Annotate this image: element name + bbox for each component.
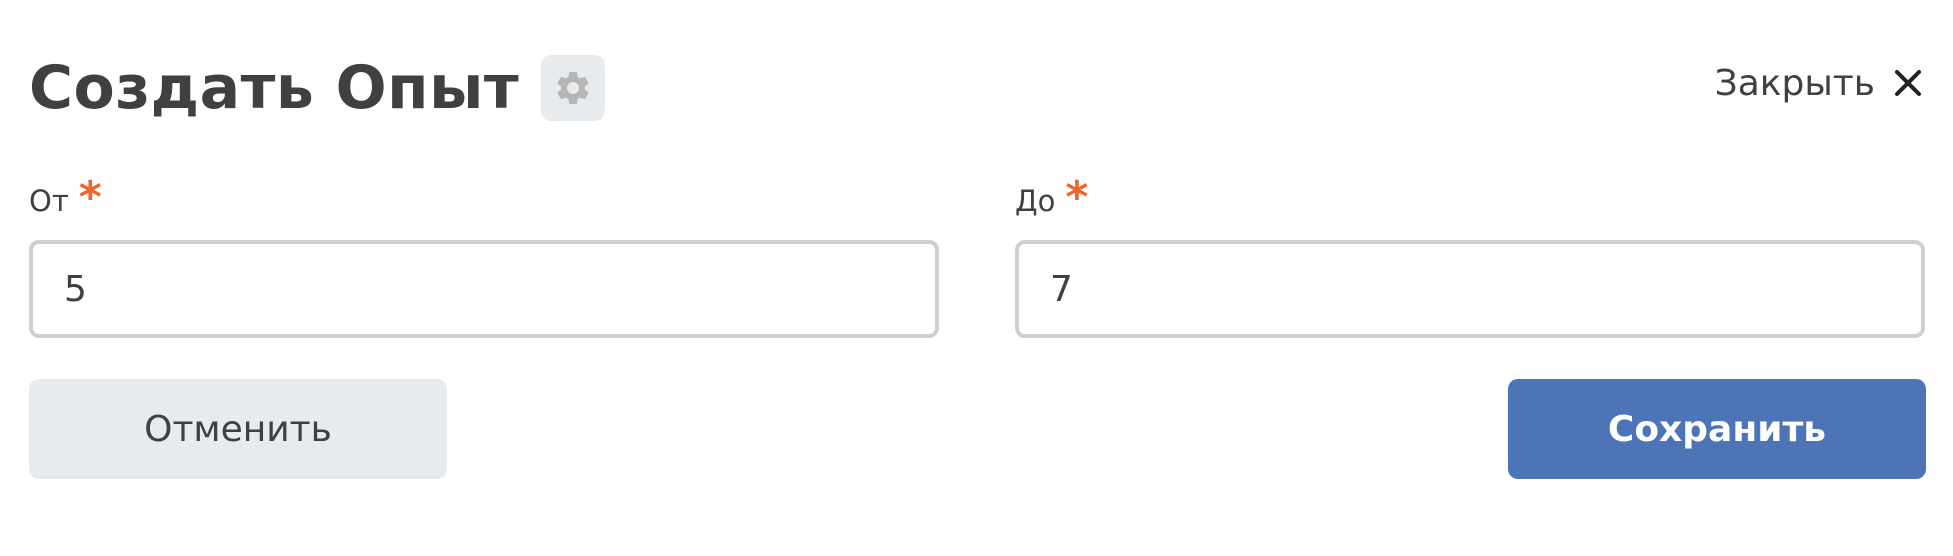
to-label-text: До (1015, 184, 1056, 218)
create-experience-dialog: Создать Опыт Закрыть От * До * Отменить … (0, 0, 1953, 556)
close-label: Закрыть (1714, 62, 1875, 104)
gear-icon (557, 71, 589, 104)
required-marker: * (78, 172, 102, 223)
close-button[interactable]: Закрыть (1715, 58, 1923, 108)
settings-button[interactable] (541, 55, 606, 121)
dialog-title: Создать Опыт (29, 53, 520, 123)
required-marker: * (1065, 172, 1089, 223)
from-input[interactable] (29, 240, 939, 338)
to-input[interactable] (1015, 240, 1925, 338)
to-label: До * (1015, 176, 1925, 222)
dialog-header: Создать Опыт (29, 53, 606, 123)
from-label: От * (29, 176, 939, 222)
to-field: До * (1015, 176, 1925, 338)
from-field: От * (29, 176, 939, 338)
from-label-text: От (29, 184, 69, 218)
cancel-button[interactable]: Отменить (29, 379, 447, 479)
save-button[interactable]: Сохранить (1508, 379, 1926, 479)
close-icon (1893, 68, 1923, 98)
